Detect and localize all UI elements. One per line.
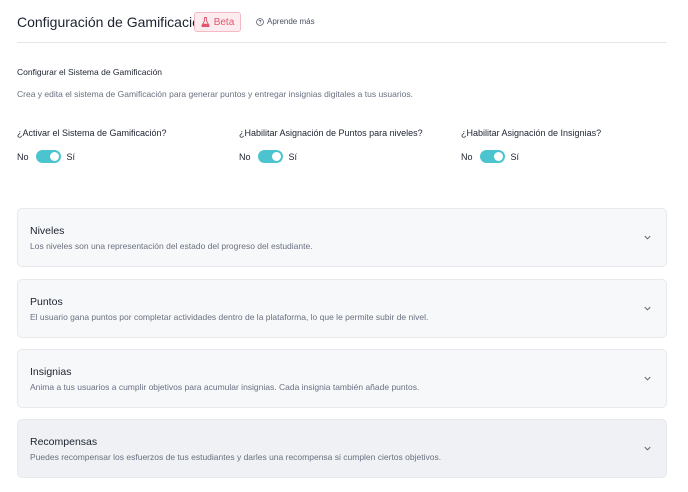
- card-title: Insignias: [30, 366, 72, 378]
- toggle-knob: [49, 152, 59, 161]
- card-description: Puedes recompensar los esfuerzos de tus …: [30, 452, 442, 462]
- learn-more-label[interactable]: Aprende más: [267, 17, 315, 26]
- toggle-off-label: No: [461, 151, 473, 162]
- card-title: Niveles: [30, 225, 65, 237]
- toggle-on-label: Sí: [288, 151, 298, 162]
- section-card-niveles[interactable]: Niveles Los niveles son una representaci…: [17, 208, 667, 267]
- card-description: Los niveles son una representación del e…: [30, 241, 313, 251]
- chevron-down-icon[interactable]: [643, 233, 652, 242]
- section-card-puntos[interactable]: Puntos El usuario gana puntos por comple…: [17, 279, 667, 338]
- toggle-knob: [271, 152, 281, 161]
- toggle-on-label: Sí: [510, 151, 520, 162]
- points-for-levels-toggle[interactable]: [257, 150, 283, 163]
- chevron-down-icon[interactable]: [643, 444, 652, 453]
- setting-badges-assignment: ¿Habilitar Asignación de Insignias? No S…: [461, 128, 602, 163]
- setting-label: ¿Habilitar Asignación de Insignias?: [461, 128, 602, 138]
- card-description: El usuario gana puntos por completar act…: [30, 312, 429, 322]
- setting-label: ¿Activar el Sistema de Gamificación?: [17, 128, 167, 138]
- beta-label: Beta: [213, 16, 235, 28]
- setting-activate-gamification: ¿Activar el Sistema de Gamificación? No …: [17, 128, 167, 163]
- setting-points-for-levels: ¿Habilitar Asignación de Puntos para niv…: [239, 128, 423, 163]
- flask-icon: [201, 17, 210, 27]
- help-circle-icon: [256, 17, 264, 26]
- intro-description: Crea y edita el sistema de Gamificación …: [17, 89, 413, 99]
- toggle-on-label: Sí: [66, 151, 76, 162]
- chevron-down-icon[interactable]: [643, 374, 652, 383]
- card-title: Puntos: [30, 296, 63, 308]
- activate-gamification-toggle[interactable]: [35, 150, 61, 163]
- badges-assignment-toggle[interactable]: [479, 150, 505, 163]
- page-title: Configuración de Gamificación: [17, 14, 208, 30]
- chevron-down-icon[interactable]: [643, 304, 652, 313]
- beta-badge: Beta: [194, 12, 241, 32]
- section-card-insignias[interactable]: Insignias Anima a tus usuarios a cumplir…: [17, 349, 667, 408]
- card-description: Anima a tus usuarios a cumplir objetivos…: [30, 382, 420, 392]
- learn-more-link[interactable]: Aprende más: [256, 17, 315, 26]
- page-header: Configuración de Gamificación Beta Apren…: [17, 10, 667, 43]
- toggle-knob: [493, 152, 503, 161]
- setting-label: ¿Habilitar Asignación de Puntos para niv…: [239, 128, 423, 138]
- section-card-recompensas[interactable]: Recompensas Puedes recompensar los esfue…: [17, 419, 667, 478]
- toggle-off-label: No: [17, 151, 29, 162]
- toggle-off-label: No: [239, 151, 251, 162]
- intro-title: Configurar el Sistema de Gamificación: [17, 67, 163, 77]
- card-title: Recompensas: [30, 436, 98, 448]
